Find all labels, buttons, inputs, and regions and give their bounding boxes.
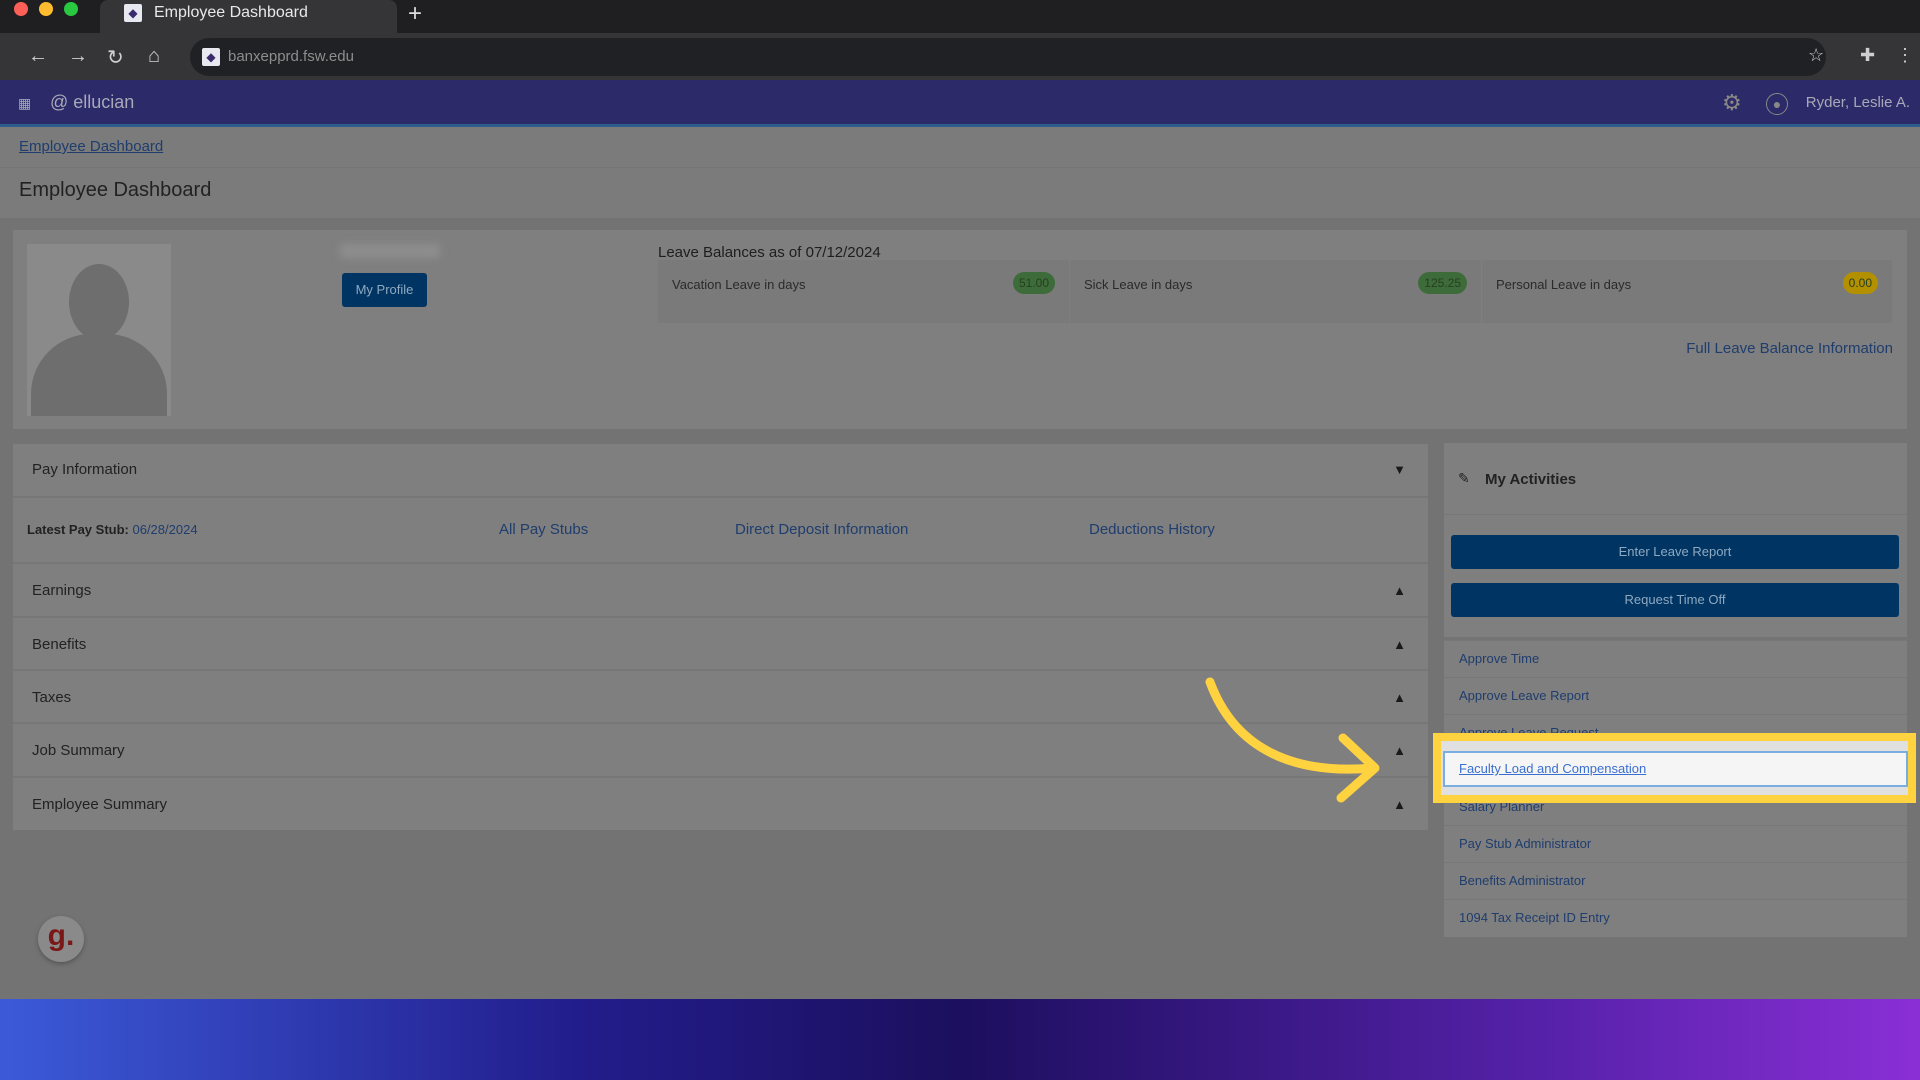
desktop-background xyxy=(0,999,1920,1080)
extensions-icon[interactable]: ✚ xyxy=(1860,45,1875,66)
bookmark-star-icon[interactable]: ☆ xyxy=(1808,45,1824,66)
chevron-up-icon[interactable]: ▲ xyxy=(1393,618,1406,671)
my-profile-button[interactable]: My Profile xyxy=(342,273,427,307)
deductions-history-link[interactable]: Deductions History xyxy=(1089,498,1215,562)
home-icon[interactable]: ⌂ xyxy=(148,45,160,68)
chevron-down-icon[interactable]: ▼ xyxy=(1393,444,1406,496)
sick-leave-badge: 125.25 xyxy=(1418,272,1467,294)
divider xyxy=(1444,514,1907,515)
chevron-up-icon[interactable]: ▲ xyxy=(1393,724,1406,778)
address-bar[interactable]: ◆ banxepprd.fsw.edu xyxy=(190,38,1826,76)
app-header xyxy=(0,80,1920,127)
latest-pay-stub-link[interactable]: 06/28/2024 xyxy=(132,522,197,537)
minimize-window-button[interactable] xyxy=(39,2,53,16)
settings-gear-icon[interactable]: ⚙ xyxy=(1722,90,1742,116)
breadcrumb[interactable]: Employee Dashboard xyxy=(19,138,163,155)
user-name[interactable]: Ryder, Leslie A. xyxy=(1806,94,1910,111)
activity-approve-leave-report[interactable]: Approve Leave Report xyxy=(1444,677,1907,714)
pointer-arrow xyxy=(1205,677,1380,803)
url-text: banxepprd.fsw.edu xyxy=(228,48,354,65)
activity-pay-stub-administrator[interactable]: Pay Stub Administrator xyxy=(1444,825,1907,862)
full-leave-balance-link[interactable]: Full Leave Balance Information xyxy=(1686,340,1893,357)
forward-icon[interactable]: → xyxy=(68,45,88,68)
page-title: Employee Dashboard xyxy=(19,179,212,201)
app-grid-icon[interactable]: ▦ xyxy=(18,95,31,112)
enter-leave-report-button[interactable]: Enter Leave Report xyxy=(1451,535,1899,569)
activity-approve-time[interactable]: Approve Time xyxy=(1444,640,1907,677)
activity-faculty-load-and-compensation[interactable]: Faculty Load and Compensation xyxy=(1443,751,1908,787)
browser-menu-icon[interactable]: ⋮ xyxy=(1896,45,1914,66)
request-time-off-button[interactable]: Request Time Off xyxy=(1451,583,1899,617)
pay-information-header[interactable]: Pay Information ▼ xyxy=(13,444,1428,496)
all-pay-stubs-link[interactable]: All Pay Stubs xyxy=(499,498,588,562)
browser-tab[interactable]: ◆ Employee Dashboard xyxy=(100,0,397,33)
pay-stub-row: Latest Pay Stub: 06/28/2024 All Pay Stub… xyxy=(13,496,1428,562)
personal-leave-badge: 0.00 xyxy=(1842,272,1878,294)
activity-benefits-administrator[interactable]: Benefits Administrator xyxy=(1444,862,1907,899)
vacation-leave-box: Vacation Leave in days 51.00 xyxy=(658,260,1069,323)
chevron-up-icon[interactable]: ▲ xyxy=(1393,778,1406,832)
site-favicon-icon: ◆ xyxy=(202,48,220,66)
maximize-window-button[interactable] xyxy=(64,2,78,16)
guide-logo[interactable]: g. xyxy=(38,916,84,962)
tab-title: Employee Dashboard xyxy=(154,4,308,21)
new-tab-button[interactable]: + xyxy=(408,0,422,28)
user-avatar-icon[interactable]: ● xyxy=(1766,93,1788,115)
personal-leave-box: Personal Leave in days 0.00 xyxy=(1482,260,1892,323)
profile-photo xyxy=(27,244,171,416)
employee-name-blurred xyxy=(340,244,440,258)
section-earnings[interactable]: Earnings ▲ xyxy=(13,562,1428,616)
divider xyxy=(0,167,1920,168)
magic-wand-icon: ✎ xyxy=(1458,470,1470,486)
leave-balances-heading: Leave Balances as of 07/12/2024 xyxy=(658,244,881,261)
reload-icon[interactable]: ↻ xyxy=(107,45,124,70)
close-window-button[interactable] xyxy=(14,2,28,16)
my-activities-title: My Activities xyxy=(1485,471,1577,488)
section-benefits[interactable]: Benefits ▲ xyxy=(13,616,1428,669)
back-icon[interactable]: ← xyxy=(28,45,48,68)
chevron-up-icon[interactable]: ▲ xyxy=(1393,671,1406,724)
vacation-leave-badge: 51.00 xyxy=(1012,272,1055,294)
site-favicon-icon: ◆ xyxy=(124,4,142,22)
chevron-up-icon[interactable]: ▲ xyxy=(1393,564,1406,618)
direct-deposit-link[interactable]: Direct Deposit Information xyxy=(735,498,908,562)
activity-1094-tax-receipt[interactable]: 1094 Tax Receipt ID Entry xyxy=(1444,899,1907,936)
sick-leave-box: Sick Leave in days 125.25 xyxy=(1070,260,1481,323)
ellucian-logo[interactable]: @ ellucian xyxy=(50,92,134,113)
